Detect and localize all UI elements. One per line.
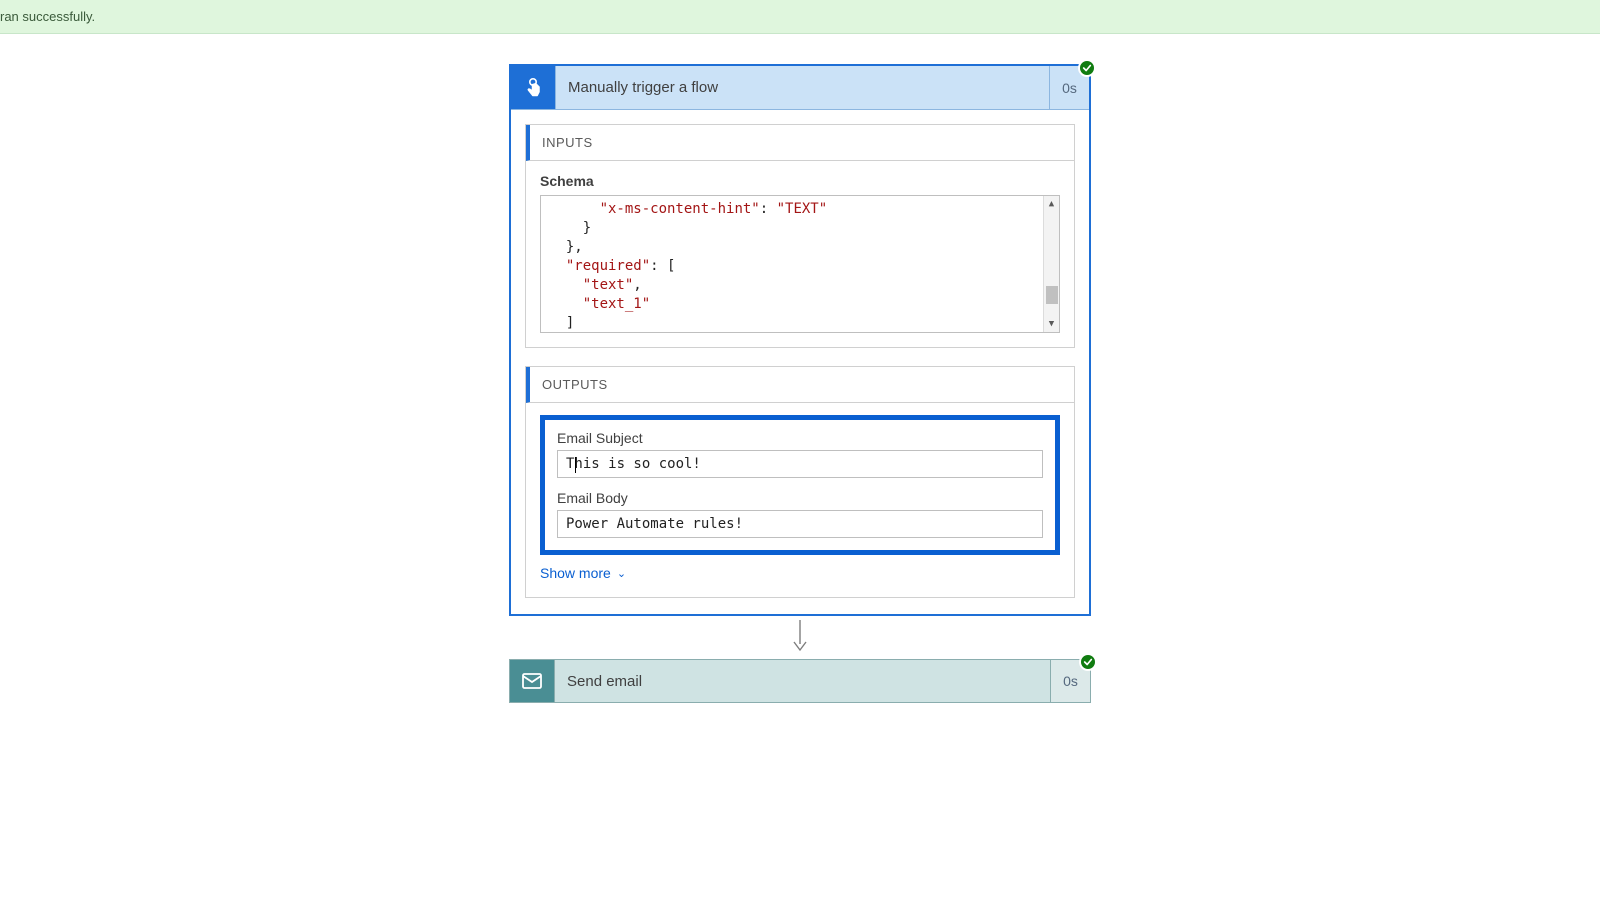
flow-canvas: Manually trigger a flow 0s INPUTS Schema…	[0, 34, 1600, 900]
action-card[interactable]: Send email 0s	[509, 659, 1091, 703]
output-value-body[interactable]: Power Automate rules!	[557, 510, 1043, 538]
scroll-down-icon[interactable]: ▼	[1044, 316, 1060, 332]
banner-text: ran successfully.	[0, 9, 95, 24]
schema-textarea[interactable]: "x-ms-content-hint": "TEXT" } }, "requir…	[540, 195, 1060, 333]
inputs-section: INPUTS Schema "x-ms-content-hint": "TEXT…	[525, 124, 1075, 348]
trigger-card[interactable]: Manually trigger a flow 0s INPUTS Schema…	[509, 64, 1091, 616]
outputs-header: OUTPUTS	[526, 367, 1074, 403]
trigger-title: Manually trigger a flow	[555, 66, 1049, 109]
output-label-body: Email Body	[557, 490, 1043, 506]
output-value-subject[interactable]: This is so cool!	[557, 450, 1043, 478]
scroll-thumb[interactable]	[1046, 286, 1058, 304]
trigger-body: INPUTS Schema "x-ms-content-hint": "TEXT…	[511, 110, 1089, 614]
show-more-label: Show more	[540, 565, 611, 581]
outputs-highlight: Email Subject This is so cool! Email Bod…	[540, 415, 1060, 555]
trigger-icon-container	[511, 66, 555, 109]
arrow-down-icon	[791, 620, 809, 652]
schema-label: Schema	[540, 173, 1060, 189]
outputs-section: OUTPUTS Email Subject This is so cool! E…	[525, 366, 1075, 598]
output-field-subject: Email Subject This is so cool!	[557, 430, 1043, 478]
text-cursor-icon	[575, 457, 576, 473]
output-label-subject: Email Subject	[557, 430, 1043, 446]
inputs-header: INPUTS	[526, 125, 1074, 161]
scroll-track[interactable]	[1044, 212, 1060, 316]
check-icon	[1082, 63, 1092, 73]
success-badge	[1079, 653, 1097, 671]
outputs-content: Email Subject This is so cool! Email Bod…	[526, 403, 1074, 597]
scroll-up-icon[interactable]: ▲	[1044, 196, 1060, 212]
action-icon-container	[510, 660, 554, 702]
mail-icon	[520, 669, 544, 693]
action-title: Send email	[554, 660, 1050, 702]
success-badge	[1078, 59, 1096, 77]
inputs-content: Schema "x-ms-content-hint": "TEXT" } }, …	[526, 161, 1074, 347]
check-icon	[1083, 657, 1093, 667]
chevron-down-icon: ⌄	[617, 567, 626, 580]
schema-code: "x-ms-content-hint": "TEXT" } }, "requir…	[541, 196, 1059, 333]
output-field-body: Email Body Power Automate rules!	[557, 490, 1043, 538]
show-more-link[interactable]: Show more ⌄	[540, 565, 626, 581]
success-banner: ran successfully.	[0, 0, 1600, 34]
touch-icon	[521, 76, 545, 100]
schema-scrollbar[interactable]: ▲ ▼	[1043, 196, 1059, 332]
connector-arrow	[791, 620, 809, 657]
trigger-header[interactable]: Manually trigger a flow 0s	[511, 66, 1089, 110]
